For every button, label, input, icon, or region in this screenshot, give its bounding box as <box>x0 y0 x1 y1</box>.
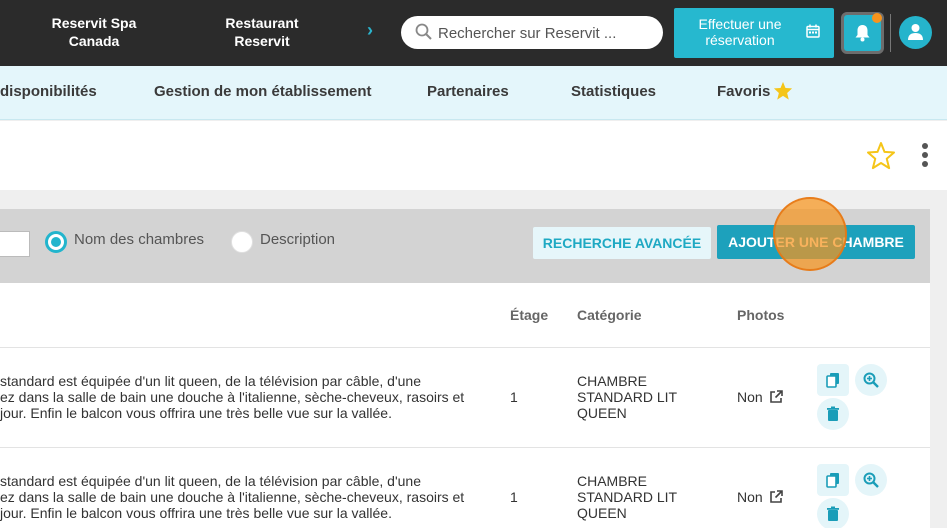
advanced-search-button[interactable]: RECHERCHE AVANCÉE <box>533 227 711 259</box>
page-header <box>0 121 947 190</box>
radio-description-label: Description <box>260 231 336 248</box>
room-etage: 1 <box>510 389 518 405</box>
user-icon <box>908 24 923 40</box>
divider <box>890 14 891 52</box>
radio-nom-des-chambres[interactable] <box>45 231 67 253</box>
add-room-button[interactable]: AJOUTER UNE CHAMBRE <box>717 225 915 259</box>
top-bar: Reservit Spa Canada Restaurant Reservit … <box>0 0 947 66</box>
kebab-menu-icon[interactable] <box>921 143 929 169</box>
radio-nom-label: Nom des chambres <box>74 231 205 248</box>
copy-icon <box>826 473 839 488</box>
header-etage: Étage <box>510 307 549 323</box>
avatar[interactable] <box>899 16 932 49</box>
nav-item-statistiques[interactable]: Statistiques <box>571 83 656 100</box>
rooms-table: Étage Catégorie Photos standard est équi… <box>0 283 930 528</box>
nav-item-favoris[interactable]: Favoris <box>717 83 770 100</box>
delete-button[interactable] <box>817 398 849 430</box>
copy-button[interactable] <box>817 364 849 396</box>
copy-icon <box>826 373 839 388</box>
main-nav: disponibilités Gestion de mon établissem… <box>0 66 947 120</box>
radio-description[interactable] <box>231 231 253 253</box>
notification-dot <box>872 13 882 23</box>
chevron-right-icon[interactable]: › <box>367 20 373 41</box>
star-icon <box>773 81 793 100</box>
view-button[interactable] <box>855 364 887 396</box>
reserve-button[interactable]: Effectuer une réservation <box>674 8 834 58</box>
search-box[interactable] <box>401 16 663 49</box>
favorite-star-icon[interactable] <box>866 141 896 170</box>
delete-button[interactable] <box>817 498 849 528</box>
header-categorie: Catégorie <box>577 307 642 323</box>
table-row: standard est équipée d'un lit queen, de … <box>0 447 930 528</box>
room-photos[interactable]: Non <box>737 489 783 505</box>
nav-item-disponibilites[interactable]: disponibilités <box>0 83 97 100</box>
bell-icon <box>855 25 870 42</box>
filter-text-input[interactable] <box>0 231 30 257</box>
room-photos[interactable]: Non <box>737 389 783 405</box>
header-photos: Photos <box>737 307 785 323</box>
trash-icon <box>827 406 839 421</box>
copy-button[interactable] <box>817 464 849 496</box>
calendar-icon <box>806 24 820 38</box>
room-description: standard est équipée d'un lit queen, de … <box>0 473 465 521</box>
room-photos-value: Non <box>737 389 763 405</box>
external-link-icon <box>769 390 783 403</box>
reserve-button-label: Effectuer une réservation <box>698 16 782 48</box>
search-input[interactable] <box>438 22 653 44</box>
view-button[interactable] <box>855 464 887 496</box>
room-categorie: CHAMBRE STANDARD LIT QUEEN <box>577 473 678 521</box>
spa-canada-link[interactable]: Reservit Spa Canada <box>44 14 144 50</box>
room-categorie: CHAMBRE STANDARD LIT QUEEN <box>577 373 678 421</box>
nav-item-partenaires[interactable]: Partenaires <box>427 83 509 100</box>
room-etage: 1 <box>510 489 518 505</box>
room-description: standard est équipée d'un lit queen, de … <box>0 373 465 421</box>
external-link-icon <box>769 490 783 503</box>
trash-icon <box>827 506 839 521</box>
room-photos-value: Non <box>737 489 763 505</box>
nav-item-gestion[interactable]: Gestion de mon établissement <box>154 83 372 100</box>
search-icon <box>415 23 432 40</box>
table-row: standard est équipée d'un lit queen, de … <box>0 347 930 447</box>
zoom-icon <box>863 372 879 388</box>
zoom-icon <box>863 472 879 488</box>
restaurant-link[interactable]: Restaurant Reservit <box>212 14 312 50</box>
